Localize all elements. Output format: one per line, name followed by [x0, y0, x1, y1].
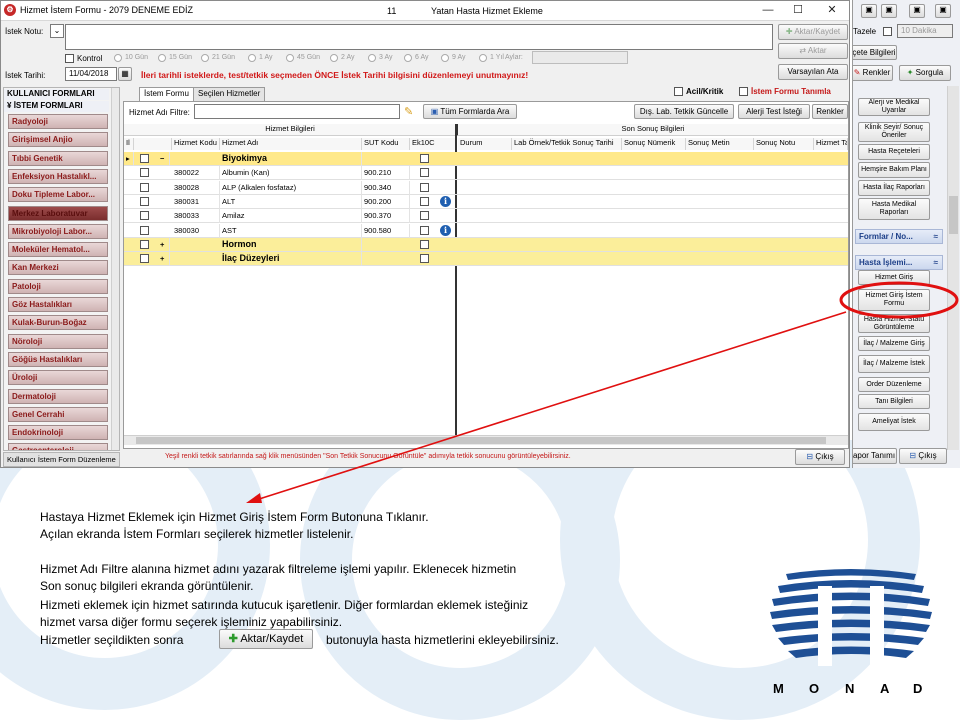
aktar-kaydet-example-button: ✚ Aktar/Kaydet	[219, 629, 313, 649]
pointer-arrow-head	[246, 493, 262, 503]
annotation-line-2: Açılan ekranda İstem Formları seçilerek …	[40, 527, 354, 541]
highlight-ellipse	[839, 281, 959, 319]
pointer-arrow-line	[255, 311, 847, 501]
logo-letter: M	[773, 681, 784, 696]
logo-letter: D	[913, 681, 923, 696]
annotation-line-1: Hastaya Hizmet Eklemek için Hizmet Giriş…	[40, 510, 429, 524]
annotation-line-3: Hizmet Adı Filtre alanına hizmet adını y…	[40, 562, 517, 576]
annotation-line-7b: butonuyla hasta hizmetlerini ekleyebilir…	[326, 633, 559, 647]
logo-letter: N	[845, 681, 855, 696]
annotation-line-7a: Hizmetler seçildikten sonra	[40, 633, 184, 647]
plus-icon: ✚	[228, 633, 238, 645]
monad-logo	[770, 569, 932, 666]
logo-letter: A	[880, 681, 890, 696]
annotation-line-5: Hizmeti eklemek için hizmet satırında ku…	[40, 598, 529, 612]
annotation-line-4: Son sonuç bilgileri ekranda görüntülenir…	[40, 579, 254, 593]
annotation-line-6: hizmet varsa diğer formu seçerek işlemin…	[40, 615, 343, 629]
logo-letter: O	[809, 681, 820, 696]
